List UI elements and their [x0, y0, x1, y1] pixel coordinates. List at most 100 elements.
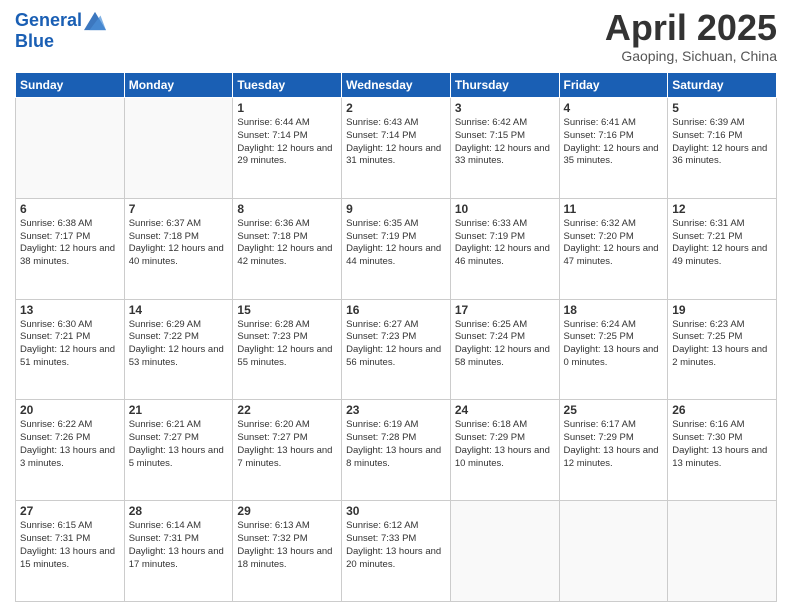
day-info: Sunrise: 6:35 AM Sunset: 7:19 PM Dayligh… [346, 218, 446, 269]
calendar-cell: 30 Sunrise: 6:12 AM Sunset: 7:33 PM Dayli… [342, 501, 451, 602]
calendar-cell: 22 Sunrise: 6:20 AM Sunset: 7:27 PM Dayli… [233, 400, 342, 501]
calendar-week-row: 27Sunrise: 6:15 AM Sunset: 7:31 PM Dayli… [16, 501, 777, 602]
day-number: 23 [346, 403, 446, 417]
day-number: 16 [346, 303, 446, 317]
calendar-week-row: 13 Sunrise: 6:30 AM Sunset: 7:21 PM Dayli… [16, 299, 777, 400]
day-info: Sunrise: 6:13 AM Sunset: 7:32 PM Dayligh… [237, 520, 337, 571]
logo-icon [84, 10, 106, 32]
day-number: 22 [237, 403, 337, 417]
calendar-week-row: 6 Sunrise: 6:38 AM Sunset: 7:17 PM Daylig… [16, 198, 777, 299]
calendar-cell: 3 Sunrise: 6:42 AM Sunset: 7:15 PM Daylig… [450, 98, 559, 199]
calendar-cell: 17Sunrise: 6:25 AM Sunset: 7:24 PM Dayli… [450, 299, 559, 400]
calendar-cell: 29 Sunrise: 6:13 AM Sunset: 7:32 PM Dayli… [233, 501, 342, 602]
dow-header: Sunday [16, 73, 125, 98]
calendar-cell: 25Sunrise: 6:17 AM Sunset: 7:29 PM Dayli… [559, 400, 668, 501]
calendar-cell: 9 Sunrise: 6:35 AM Sunset: 7:19 PM Daylig… [342, 198, 451, 299]
day-number: 12 [672, 202, 772, 216]
day-info: Sunrise: 6:19 AM Sunset: 7:28 PM Dayligh… [346, 419, 446, 470]
calendar-body: 1 Sunrise: 6:44 AM Sunset: 7:14 PM Daylig… [16, 98, 777, 602]
day-number: 14 [129, 303, 229, 317]
calendar-cell: 5 Sunrise: 6:39 AM Sunset: 7:16 PM Daylig… [668, 98, 777, 199]
day-number: 10 [455, 202, 555, 216]
day-number: 19 [672, 303, 772, 317]
day-number: 29 [237, 504, 337, 518]
day-number: 26 [672, 403, 772, 417]
calendar-cell: 12 Sunrise: 6:31 AM Sunset: 7:21 PM Dayli… [668, 198, 777, 299]
dow-header: Tuesday [233, 73, 342, 98]
day-number: 1 [237, 101, 337, 115]
day-number: 8 [237, 202, 337, 216]
day-info: Sunrise: 6:21 AM Sunset: 7:27 PM Dayligh… [129, 419, 229, 470]
calendar-cell: 15 Sunrise: 6:28 AM Sunset: 7:23 PM Dayli… [233, 299, 342, 400]
day-number: 15 [237, 303, 337, 317]
calendar-week-row: 1 Sunrise: 6:44 AM Sunset: 7:14 PM Daylig… [16, 98, 777, 199]
title-block: April 2025 Gaoping, Sichuan, China [605, 10, 777, 64]
dow-header: Thursday [450, 73, 559, 98]
day-number: 28 [129, 504, 229, 518]
day-number: 30 [346, 504, 446, 518]
day-info: Sunrise: 6:16 AM Sunset: 7:30 PM Dayligh… [672, 419, 772, 470]
day-number: 7 [129, 202, 229, 216]
day-info: Sunrise: 6:14 AM Sunset: 7:31 PM Dayligh… [129, 520, 229, 571]
day-number: 17 [455, 303, 555, 317]
day-number: 2 [346, 101, 446, 115]
calendar-cell [16, 98, 125, 199]
dow-header: Monday [124, 73, 233, 98]
calendar-cell: 11 Sunrise: 6:32 AM Sunset: 7:20 PM Dayli… [559, 198, 668, 299]
day-number: 20 [20, 403, 120, 417]
header: General Blue April 2025 Gaoping, Sichuan… [15, 10, 777, 64]
day-number: 25 [564, 403, 664, 417]
calendar-cell: 4 Sunrise: 6:41 AM Sunset: 7:16 PM Daylig… [559, 98, 668, 199]
calendar-cell: 10 Sunrise: 6:33 AM Sunset: 7:19 PM Dayli… [450, 198, 559, 299]
calendar-cell: 6 Sunrise: 6:38 AM Sunset: 7:17 PM Daylig… [16, 198, 125, 299]
calendar-cell [668, 501, 777, 602]
calendar-cell: 24Sunrise: 6:18 AM Sunset: 7:29 PM Dayli… [450, 400, 559, 501]
calendar-cell: 16Sunrise: 6:27 AM Sunset: 7:23 PM Dayli… [342, 299, 451, 400]
dow-header: Saturday [668, 73, 777, 98]
page: General Blue April 2025 Gaoping, Sichuan… [0, 0, 792, 612]
day-number: 9 [346, 202, 446, 216]
day-number: 6 [20, 202, 120, 216]
calendar-cell: 1 Sunrise: 6:44 AM Sunset: 7:14 PM Daylig… [233, 98, 342, 199]
day-of-week-row: SundayMondayTuesdayWednesdayThursdayFrid… [16, 73, 777, 98]
calendar-cell [559, 501, 668, 602]
day-info: Sunrise: 6:32 AM Sunset: 7:20 PM Dayligh… [564, 218, 664, 269]
calendar-cell: 14Sunrise: 6:29 AM Sunset: 7:22 PM Dayli… [124, 299, 233, 400]
day-info: Sunrise: 6:44 AM Sunset: 7:14 PM Dayligh… [237, 117, 337, 168]
day-info: Sunrise: 6:42 AM Sunset: 7:15 PM Dayligh… [455, 117, 555, 168]
day-info: Sunrise: 6:28 AM Sunset: 7:23 PM Dayligh… [237, 319, 337, 370]
day-info: Sunrise: 6:43 AM Sunset: 7:14 PM Dayligh… [346, 117, 446, 168]
calendar-cell [124, 98, 233, 199]
dow-header: Wednesday [342, 73, 451, 98]
day-info: Sunrise: 6:22 AM Sunset: 7:26 PM Dayligh… [20, 419, 120, 470]
day-info: Sunrise: 6:31 AM Sunset: 7:21 PM Dayligh… [672, 218, 772, 269]
day-info: Sunrise: 6:36 AM Sunset: 7:18 PM Dayligh… [237, 218, 337, 269]
day-info: Sunrise: 6:30 AM Sunset: 7:21 PM Dayligh… [20, 319, 120, 370]
day-number: 3 [455, 101, 555, 115]
day-info: Sunrise: 6:12 AM Sunset: 7:33 PM Dayligh… [346, 520, 446, 571]
logo: General Blue [15, 10, 106, 52]
calendar-cell: 8 Sunrise: 6:36 AM Sunset: 7:18 PM Daylig… [233, 198, 342, 299]
day-info: Sunrise: 6:33 AM Sunset: 7:19 PM Dayligh… [455, 218, 555, 269]
calendar-week-row: 20 Sunrise: 6:22 AM Sunset: 7:26 PM Dayli… [16, 400, 777, 501]
day-number: 24 [455, 403, 555, 417]
day-number: 11 [564, 202, 664, 216]
day-info: Sunrise: 6:38 AM Sunset: 7:17 PM Dayligh… [20, 218, 120, 269]
day-number: 13 [20, 303, 120, 317]
day-number: 21 [129, 403, 229, 417]
calendar-cell: 2 Sunrise: 6:43 AM Sunset: 7:14 PM Daylig… [342, 98, 451, 199]
calendar-cell: 7 Sunrise: 6:37 AM Sunset: 7:18 PM Daylig… [124, 198, 233, 299]
day-number: 5 [672, 101, 772, 115]
dow-header: Friday [559, 73, 668, 98]
day-info: Sunrise: 6:39 AM Sunset: 7:16 PM Dayligh… [672, 117, 772, 168]
day-info: Sunrise: 6:37 AM Sunset: 7:18 PM Dayligh… [129, 218, 229, 269]
day-info: Sunrise: 6:20 AM Sunset: 7:27 PM Dayligh… [237, 419, 337, 470]
calendar-cell: 26 Sunrise: 6:16 AM Sunset: 7:30 PM Dayli… [668, 400, 777, 501]
calendar: SundayMondayTuesdayWednesdayThursdayFrid… [15, 72, 777, 602]
calendar-cell: 19 Sunrise: 6:23 AM Sunset: 7:25 PM Dayli… [668, 299, 777, 400]
day-info: Sunrise: 6:41 AM Sunset: 7:16 PM Dayligh… [564, 117, 664, 168]
calendar-cell: 23 Sunrise: 6:19 AM Sunset: 7:28 PM Dayli… [342, 400, 451, 501]
logo-text: General [15, 11, 82, 31]
day-number: 4 [564, 101, 664, 115]
day-info: Sunrise: 6:23 AM Sunset: 7:25 PM Dayligh… [672, 319, 772, 370]
